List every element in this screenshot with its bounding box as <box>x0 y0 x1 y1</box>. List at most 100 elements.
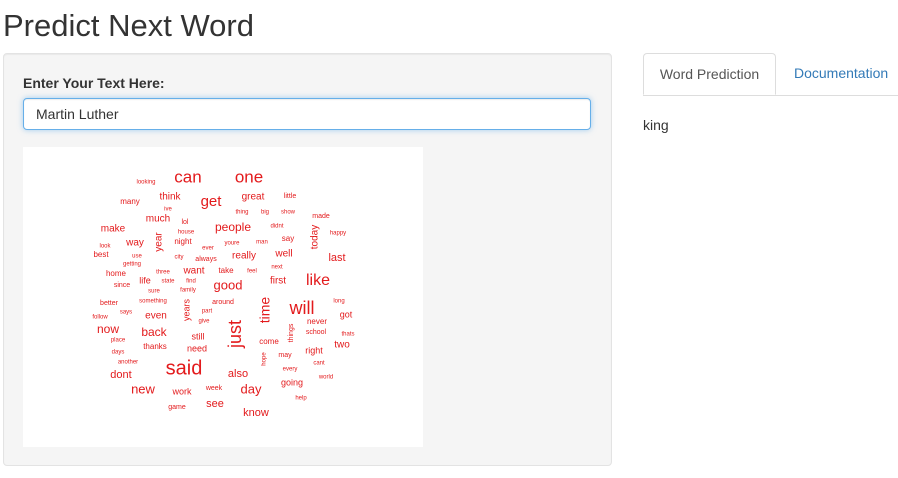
cloud-word-always: always <box>195 256 217 263</box>
cloud-word-also: also <box>228 368 248 380</box>
cloud-word-get: get <box>201 193 223 210</box>
cloud-word-many: many <box>120 197 140 206</box>
cloud-word-around: around <box>212 299 234 306</box>
cloud-word-things: things <box>288 323 295 342</box>
cloud-word-know: know <box>243 407 269 419</box>
cloud-word-family: family <box>180 288 196 294</box>
tab-bar: Word Prediction Documentation <box>643 53 898 96</box>
cloud-word-back: back <box>141 325 167 339</box>
cloud-word-like: like <box>306 272 330 289</box>
cloud-word-year: year <box>154 232 165 252</box>
cloud-word-show: show <box>281 210 296 216</box>
cloud-word-right: right <box>305 345 323 355</box>
cloud-word-part: part <box>202 309 213 315</box>
cloud-word-need: need <box>187 343 207 353</box>
cloud-word-can: can <box>174 167 201 186</box>
cloud-word-may: may <box>278 352 292 359</box>
cloud-word-good: good <box>214 277 243 292</box>
cloud-word-city: city <box>175 255 184 261</box>
cloud-word-last: last <box>328 252 345 264</box>
cloud-word-even: even <box>145 311 167 322</box>
cloud-word-two: two <box>334 340 350 351</box>
cloud-word-ive: ive <box>164 207 172 213</box>
cloud-word-state: state <box>161 279 175 285</box>
word-cloud-svg: can one think many looking ive get great little m… <box>92 167 354 419</box>
cloud-word-getting: getting <box>123 262 141 268</box>
cloud-word-next: next <box>271 265 283 271</box>
cloud-word-game: game <box>168 404 186 411</box>
cloud-word-come: come <box>259 337 279 346</box>
cloud-word-lol: lol <box>181 219 188 226</box>
cloud-word-follow: follow <box>92 315 108 321</box>
cloud-word-way: way <box>125 238 144 249</box>
cloud-word-hope: hope <box>262 352 268 366</box>
cloud-word-place: place <box>111 338 126 344</box>
cloud-word-work: work <box>171 386 192 396</box>
cloud-word-going: going <box>281 377 303 387</box>
cloud-word-cant: cant <box>313 361 325 367</box>
cloud-word-said: said <box>166 357 203 379</box>
cloud-word-never: never <box>307 317 327 326</box>
cloud-word-thing: thing <box>235 210 248 216</box>
cloud-word-says: says <box>120 310 132 316</box>
cloud-word-day: day <box>241 381 262 396</box>
cloud-word-look: look <box>99 244 111 250</box>
cloud-word-make: make <box>101 224 126 235</box>
cloud-word-new: new <box>131 381 155 396</box>
cloud-word-three: three <box>156 270 170 276</box>
cloud-word-little: little <box>284 193 297 200</box>
cloud-word-made: made <box>312 213 330 220</box>
cloud-word-use: use <box>132 254 142 260</box>
cloud-word-school: school <box>306 329 327 336</box>
cloud-word-help: help <box>295 396 307 402</box>
cloud-word-didnt: didnt <box>270 224 283 230</box>
tab-word-prediction[interactable]: Word Prediction <box>643 53 776 95</box>
cloud-word-really: really <box>232 251 256 262</box>
cloud-word-every: every <box>283 367 298 373</box>
cloud-word-first: first <box>270 276 286 287</box>
cloud-word-take: take <box>218 266 234 275</box>
cloud-word-will: will <box>289 298 315 318</box>
cloud-word-since: since <box>114 282 130 289</box>
cloud-word-house: house <box>178 230 195 236</box>
cloud-word-dont: dont <box>110 369 131 381</box>
prediction-output: king <box>643 117 669 133</box>
cloud-word-happy: happy <box>330 231 346 237</box>
cloud-word-years: years <box>181 299 191 322</box>
cloud-word-life: life <box>139 275 151 285</box>
cloud-word-say: say <box>282 234 294 243</box>
cloud-word-find: find <box>186 279 196 285</box>
cloud-word-youre: youre <box>224 241 240 247</box>
cloud-word-sure: sure <box>148 289 160 295</box>
cloud-word-great: great <box>242 192 265 203</box>
tab-documentation[interactable]: Documentation <box>779 53 898 95</box>
cloud-word-give: give <box>198 319 210 325</box>
word-cloud: can one think many looking ive get great little m… <box>23 147 423 447</box>
cloud-word-another: another <box>118 360 138 366</box>
cloud-word-think: think <box>159 192 181 203</box>
cloud-word-thats: thats <box>341 332 354 338</box>
input-label: Enter Your Text Here: <box>23 75 165 91</box>
cloud-word-looking: looking <box>136 180 155 186</box>
cloud-word-world: world <box>318 375 333 381</box>
cloud-word-best: best <box>93 250 109 259</box>
text-input[interactable] <box>23 98 591 130</box>
cloud-word-now: now <box>97 322 119 336</box>
cloud-word-days: days <box>112 350 125 356</box>
cloud-word-see: see <box>206 398 224 410</box>
cloud-word-something: something <box>139 299 167 305</box>
cloud-word-got: got <box>340 309 353 319</box>
cloud-word-big: big <box>261 210 269 216</box>
cloud-word-want: want <box>182 266 204 277</box>
input-panel: Enter Your Text Here: can one think many loo… <box>3 53 612 466</box>
cloud-word-home: home <box>106 269 127 278</box>
cloud-word-today: today <box>310 225 321 249</box>
cloud-word-just: just <box>225 320 245 349</box>
cloud-word-week: week <box>205 385 223 392</box>
cloud-word-one: one <box>235 167 263 186</box>
page-title: Predict Next Word <box>3 8 254 43</box>
cloud-word-still: still <box>192 331 205 341</box>
cloud-word-well: well <box>274 249 292 260</box>
cloud-word-night: night <box>174 237 192 246</box>
cloud-word-feel: feel <box>247 269 257 275</box>
